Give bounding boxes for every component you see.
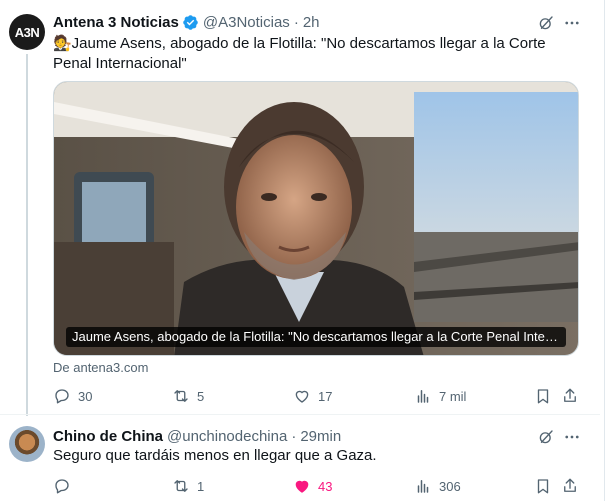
- reply-icon: [55, 479, 69, 494]
- bookmark-icon: [537, 389, 549, 404]
- tweet[interactable]: Chino de China @unchinodechina · 29min S…: [0, 414, 600, 501]
- author-name[interactable]: Antena 3 Noticias: [53, 14, 179, 31]
- repost-button[interactable]: 1: [172, 474, 204, 498]
- tweet-actions: 30 5 17 7 mil: [53, 384, 583, 408]
- grok-icon[interactable]: [537, 428, 555, 446]
- like-icon: [295, 390, 309, 403]
- author-name[interactable]: Chino de China: [53, 428, 163, 445]
- reply-button[interactable]: 30: [53, 384, 92, 408]
- like-count: 17: [318, 388, 333, 404]
- reply-icon: [55, 389, 69, 404]
- thread-line: [26, 54, 28, 416]
- like-icon: [295, 480, 309, 493]
- video-frame: [54, 82, 578, 355]
- video-thumbnail[interactable]: Jaume Asens, abogado de la Flotilla: "No…: [53, 81, 579, 356]
- share-button[interactable]: [561, 384, 579, 408]
- timestamp[interactable]: 2h: [303, 14, 320, 31]
- tweet-text: Seguro que tardáis menos en llegar que a…: [53, 447, 377, 464]
- repost-button[interactable]: 5: [172, 384, 204, 408]
- repost-count: 1: [197, 478, 205, 494]
- more-icon[interactable]: [563, 428, 581, 446]
- share-icon: [564, 388, 576, 402]
- views-count: 306: [439, 478, 461, 494]
- like-button[interactable]: 43: [293, 474, 332, 498]
- bookmark-button[interactable]: [534, 384, 552, 408]
- video-caption: Jaume Asens, abogado de la Flotilla: "No…: [66, 327, 566, 347]
- avatar-logo-text: A3N: [14, 24, 40, 40]
- reply-button[interactable]: [53, 474, 78, 498]
- separator-dot: ·: [293, 13, 299, 31]
- reply-count: 30: [78, 388, 93, 404]
- tweet-header: Chino de China @unchinodechina · 29min: [53, 426, 341, 446]
- author-handle[interactable]: @unchinodechina: [167, 428, 287, 445]
- link-source[interactable]: De antena3.com: [53, 360, 148, 375]
- verified-badge-icon: [183, 14, 198, 30]
- tweet-text: 🧑‍⚖️Jaume Asens, abogado de la Flotilla:…: [53, 35, 546, 72]
- like-button[interactable]: 17: [293, 384, 332, 408]
- views-button[interactable]: 306: [414, 474, 461, 498]
- views-icon: [417, 390, 429, 403]
- like-count: 43: [318, 478, 333, 494]
- share-icon: [564, 478, 576, 492]
- tweet[interactable]: A3N Antena 3 Noticias @A3Noticias · 2h 🧑…: [0, 0, 600, 416]
- repost-icon: [174, 480, 188, 492]
- repost-count: 5: [197, 388, 205, 404]
- avatar[interactable]: A3N: [9, 14, 45, 50]
- tweet-actions: 1 43 306: [53, 474, 583, 498]
- more-icon[interactable]: [563, 14, 581, 32]
- separator-dot: ·: [291, 427, 297, 445]
- repost-icon: [174, 390, 188, 402]
- share-button[interactable]: [561, 474, 579, 498]
- author-handle[interactable]: @A3Noticias: [203, 14, 290, 31]
- grok-icon[interactable]: [537, 14, 555, 32]
- tweet-header: Antena 3 Noticias @A3Noticias · 2h: [53, 12, 320, 32]
- timestamp[interactable]: 29min: [300, 428, 341, 445]
- views-button[interactable]: 7 mil: [414, 384, 466, 408]
- views-count: 7 mil: [439, 388, 467, 404]
- avatar[interactable]: [9, 426, 45, 462]
- bookmark-button[interactable]: [534, 474, 552, 498]
- bookmark-icon: [537, 479, 549, 494]
- views-icon: [417, 480, 429, 493]
